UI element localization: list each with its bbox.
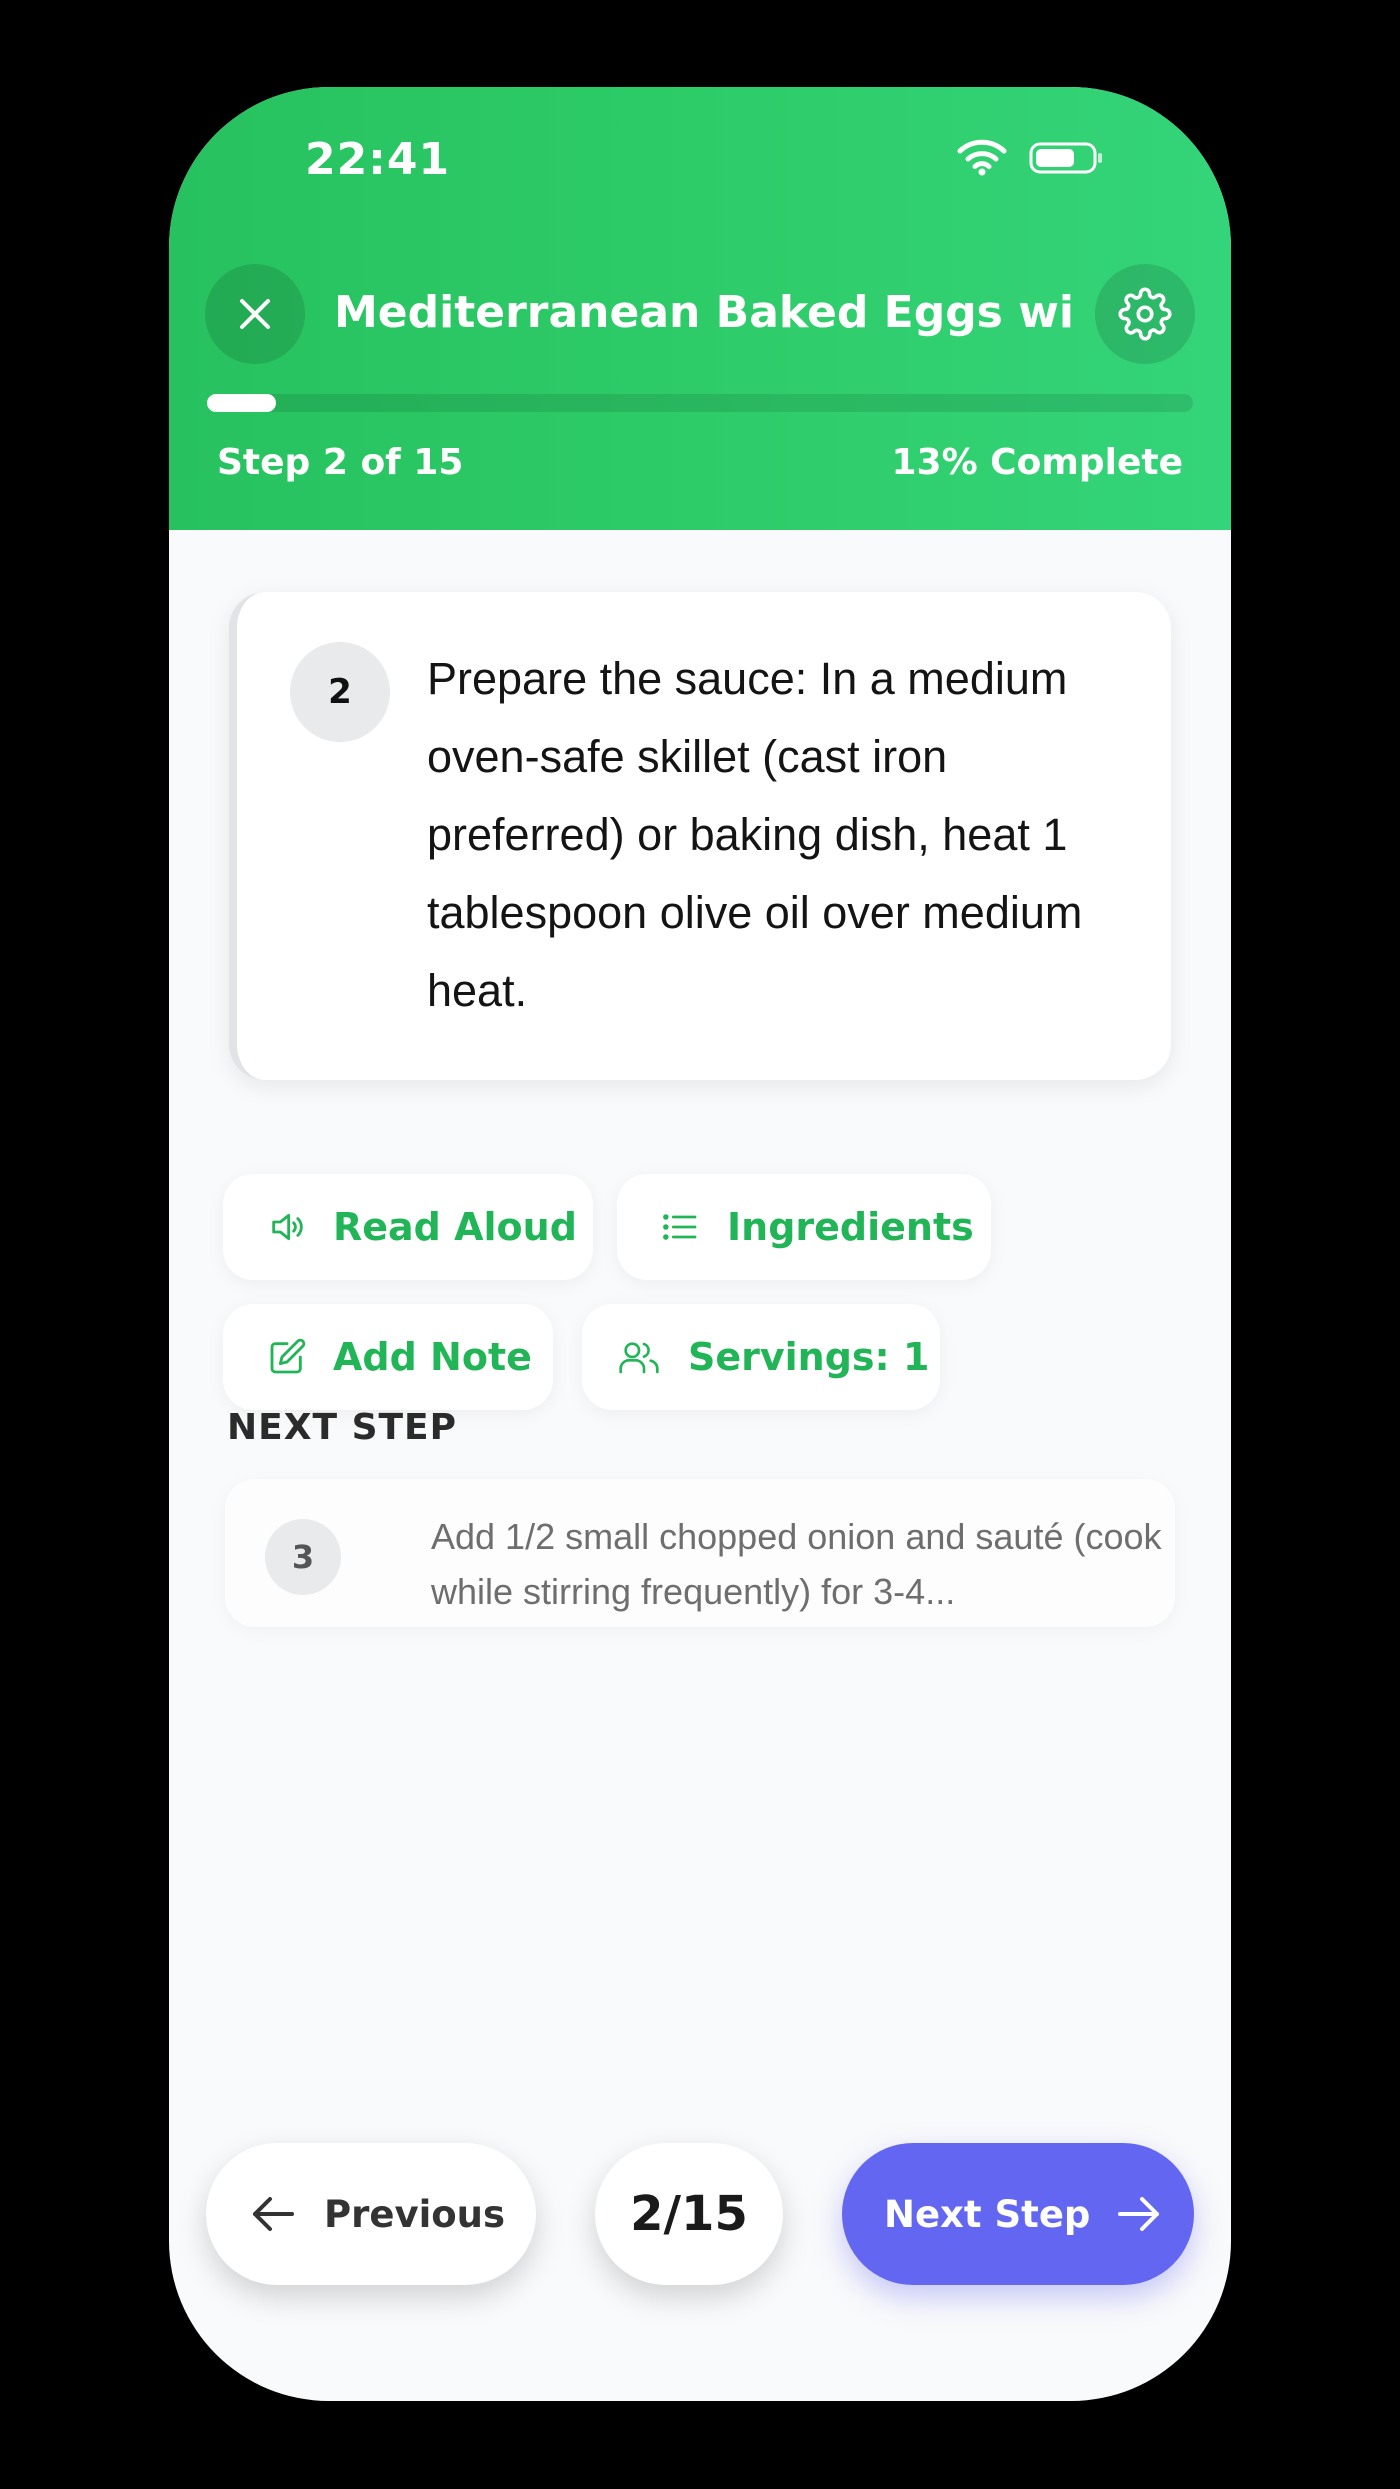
- page-indicator: 2/15: [595, 2143, 783, 2285]
- servings-label: Servings: 1: [688, 1335, 930, 1379]
- next-step-preview[interactable]: 3 Add 1/2 small chopped onion and sauté …: [225, 1479, 1175, 1627]
- servings-button[interactable]: Servings: 1: [582, 1304, 940, 1410]
- edit-note-icon: [270, 1338, 306, 1374]
- gear-icon: [1118, 287, 1172, 341]
- read-aloud-button[interactable]: Read Aloud: [223, 1174, 593, 1280]
- list-icon: [663, 1214, 697, 1240]
- close-button[interactable]: [205, 264, 305, 364]
- users-icon: [619, 1342, 659, 1374]
- arrow-right-icon: [1118, 2197, 1160, 2231]
- step-counter-label: Step 2 of 15: [217, 442, 464, 483]
- previous-button[interactable]: Previous: [206, 2143, 536, 2285]
- previous-label: Previous: [324, 2192, 506, 2236]
- next-step-number-badge: 3: [265, 1519, 341, 1595]
- step-number-badge: 2: [290, 642, 390, 742]
- recipe-title: Mediterranean Baked Eggs wit...: [334, 287, 1074, 338]
- phone-screen: 22:41 Mediterranean Baked Eggs wit... St…: [169, 87, 1231, 2401]
- next-step-button[interactable]: Next Step: [842, 2143, 1194, 2285]
- settings-button[interactable]: [1095, 264, 1195, 364]
- percent-complete-label: 13% Complete: [891, 442, 1183, 483]
- read-aloud-label: Read Aloud: [333, 1205, 577, 1249]
- speaker-icon: [272, 1213, 303, 1241]
- progress-bar: [207, 394, 1193, 412]
- header: 22:41 Mediterranean Baked Eggs wit... St…: [169, 87, 1231, 530]
- battery-icon: [1029, 142, 1102, 174]
- wifi-icon: [957, 139, 1007, 176]
- next-step-heading: NEXT STEP: [227, 1407, 458, 1448]
- progress-fill: [207, 394, 277, 412]
- arrow-left-icon: [253, 2197, 294, 2231]
- current-step-card: 2 Prepare the sauce: In a medium oven-sa…: [229, 592, 1171, 1080]
- ingredients-button[interactable]: Ingredients: [617, 1174, 991, 1280]
- add-note-button[interactable]: Add Note: [223, 1304, 553, 1410]
- next-step-label: Next Step: [884, 2192, 1091, 2236]
- ingredients-label: Ingredients: [727, 1205, 974, 1249]
- status-time: 22:41: [305, 134, 451, 185]
- add-note-label: Add Note: [333, 1335, 532, 1379]
- step-instruction-text: Prepare the sauce: In a medium oven-safe…: [427, 653, 1083, 1016]
- close-icon: [240, 299, 270, 329]
- next-step-text: Add 1/2 small chopped onion and sauté (c…: [431, 1516, 1162, 1612]
